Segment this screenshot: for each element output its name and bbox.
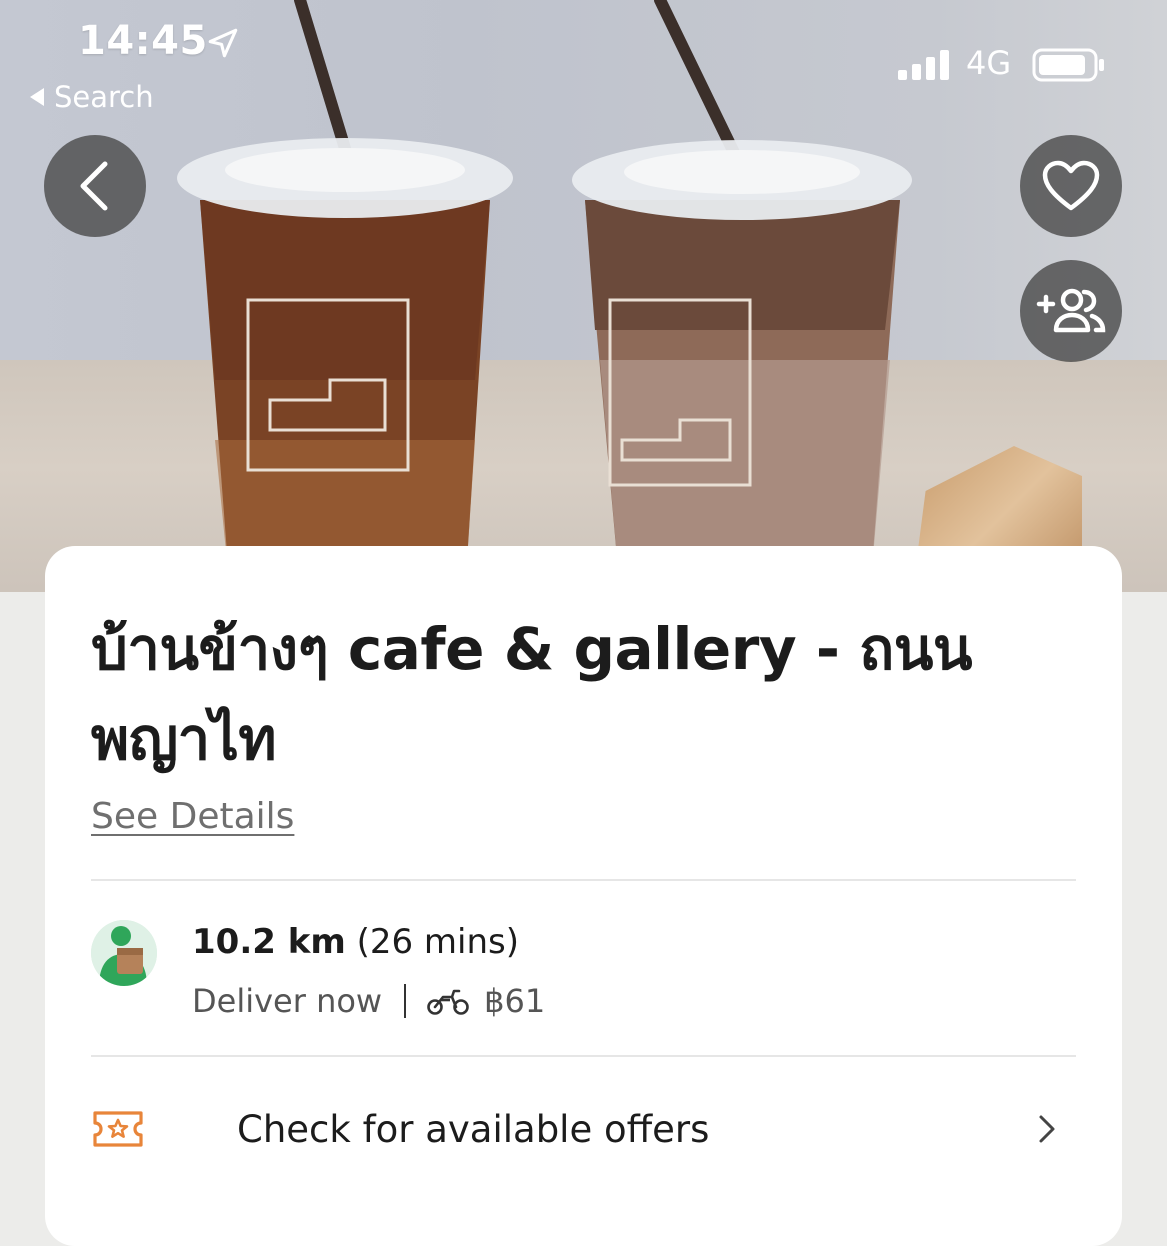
delivery-rider-icon — [91, 920, 157, 986]
location-arrow-icon — [208, 28, 238, 58]
delivery-mode: Deliver now — [192, 982, 383, 1020]
group-order-button[interactable] — [1020, 260, 1122, 362]
delivery-mode-row: Deliver now ฿61 — [192, 982, 545, 1020]
store-title: บ้านข้างๆ cafe & gallery - ถนนพญาไท — [91, 615, 973, 773]
back-to-app-label: Search — [54, 80, 154, 114]
status-bar: 14:45 Search 4G — [0, 0, 1167, 120]
chevron-left-icon — [80, 161, 108, 211]
back-button[interactable] — [44, 135, 146, 237]
status-time: 14:45 — [78, 18, 208, 64]
heart-icon — [1042, 160, 1100, 211]
separator — [404, 984, 407, 1018]
delivery-distance: 10.2 km — [192, 922, 346, 962]
check-offers-label: Check for available offers — [237, 1107, 710, 1151]
back-to-app-link[interactable]: Search — [30, 80, 154, 114]
network-type: 4G — [966, 44, 1012, 82]
promo-ticket-icon — [93, 1111, 143, 1147]
chevron-right-icon — [1039, 1115, 1055, 1143]
add-people-icon — [1036, 288, 1106, 333]
battery-icon — [1032, 48, 1104, 82]
delivery-fee: ฿61 — [484, 982, 546, 1020]
delivery-distance-row: 10.2 km (26 mins) — [192, 922, 519, 962]
see-details-link[interactable]: See Details — [91, 796, 294, 837]
favorite-button[interactable] — [1020, 135, 1122, 237]
cellular-signal-icon — [898, 50, 949, 80]
delivery-duration: (26 mins) — [356, 922, 520, 962]
divider — [91, 879, 1076, 881]
motorbike-icon — [427, 989, 469, 1015]
divider — [91, 1055, 1076, 1057]
store-info-card: บ้านข้างๆ cafe & gallery - ถนนพญาไท See … — [45, 546, 1122, 1246]
back-triangle-icon — [30, 88, 44, 106]
check-offers-row[interactable]: Check for available offers — [91, 1094, 1076, 1164]
delivery-rider-avatar — [91, 920, 157, 986]
